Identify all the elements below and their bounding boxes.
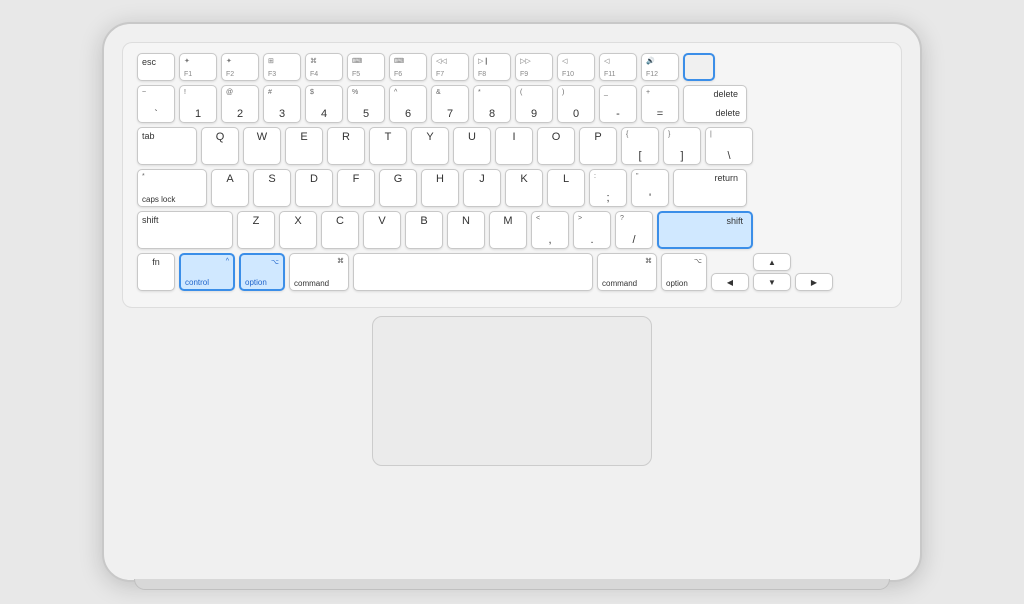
zxcv-row: shift Z X C V B N M <, >. ?/ shift: [137, 211, 887, 249]
laptop-body: esc ✦F1 ✦F2 ⊞F3 ⌘F4 ⌨F5 ⌨F6 ◁◁F7 ▷❙F8 ▷▷…: [102, 22, 922, 582]
key-semicolon[interactable]: :;: [589, 169, 627, 207]
key-backslash[interactable]: |\: [705, 127, 753, 165]
key-m[interactable]: M: [489, 211, 527, 249]
key-shift-left[interactable]: shift: [137, 211, 233, 249]
key-0[interactable]: )0: [557, 85, 595, 123]
key-7[interactable]: &7: [431, 85, 469, 123]
key-n[interactable]: N: [447, 211, 485, 249]
key-quote[interactable]: "': [631, 169, 669, 207]
key-return[interactable]: return: [673, 169, 747, 207]
key-arrow-right[interactable]: ▶: [795, 273, 833, 291]
key-b[interactable]: B: [405, 211, 443, 249]
key-d[interactable]: D: [295, 169, 333, 207]
key-command-left[interactable]: ⌘ command: [289, 253, 349, 291]
bottom-row: fn ^ control ⌥ option ⌘ command ⌘ comman…: [137, 253, 887, 291]
key-8[interactable]: *8: [473, 85, 511, 123]
key-fn[interactable]: fn: [137, 253, 175, 291]
key-s[interactable]: S: [253, 169, 291, 207]
key-4[interactable]: $4: [305, 85, 343, 123]
key-q[interactable]: Q: [201, 127, 239, 165]
key-3[interactable]: #3: [263, 85, 301, 123]
key-slash[interactable]: ?/: [615, 211, 653, 249]
key-r[interactable]: R: [327, 127, 365, 165]
key-tab[interactable]: tab: [137, 127, 197, 165]
key-f5[interactable]: ⌨F5: [347, 53, 385, 81]
asdf-row: *caps lock A S D F G H J K L :; "' retur…: [137, 169, 887, 207]
key-1[interactable]: !1: [179, 85, 217, 123]
key-k[interactable]: K: [505, 169, 543, 207]
key-f4[interactable]: ⌘F4: [305, 53, 343, 81]
arrow-bottom: ◀ ▼ ▶: [711, 273, 833, 291]
key-minus[interactable]: _-: [599, 85, 637, 123]
key-w[interactable]: W: [243, 127, 281, 165]
key-o[interactable]: O: [537, 127, 575, 165]
key-tilde[interactable]: ~`: [137, 85, 175, 123]
key-t[interactable]: T: [369, 127, 407, 165]
key-arrow-left[interactable]: ◀: [711, 273, 749, 291]
key-2[interactable]: @2: [221, 85, 259, 123]
key-power[interactable]: [683, 53, 715, 81]
key-e[interactable]: E: [285, 127, 323, 165]
key-z[interactable]: Z: [237, 211, 275, 249]
key-i[interactable]: I: [495, 127, 533, 165]
key-spacebar[interactable]: [353, 253, 593, 291]
key-f[interactable]: F: [337, 169, 375, 207]
key-option-right[interactable]: ⌥ option: [661, 253, 707, 291]
key-v[interactable]: V: [363, 211, 401, 249]
key-a[interactable]: A: [211, 169, 249, 207]
key-arrow-up[interactable]: ▲: [753, 253, 791, 271]
key-f1[interactable]: ✦F1: [179, 53, 217, 81]
key-c[interactable]: C: [321, 211, 359, 249]
key-capslock[interactable]: *caps lock: [137, 169, 207, 207]
key-l[interactable]: L: [547, 169, 585, 207]
key-g[interactable]: G: [379, 169, 417, 207]
key-control[interactable]: ^ control: [179, 253, 235, 291]
key-j[interactable]: J: [463, 169, 501, 207]
trackpad[interactable]: [372, 316, 652, 466]
key-p[interactable]: P: [579, 127, 617, 165]
key-f2[interactable]: ✦F2: [221, 53, 259, 81]
key-f3[interactable]: ⊞F3: [263, 53, 301, 81]
key-f8[interactable]: ▷❙F8: [473, 53, 511, 81]
key-bracket-r[interactable]: }]: [663, 127, 701, 165]
key-comma[interactable]: <,: [531, 211, 569, 249]
key-6[interactable]: ^6: [389, 85, 427, 123]
key-f12[interactable]: 🔊F12: [641, 53, 679, 81]
key-f11[interactable]: ◁F11: [599, 53, 637, 81]
key-command-right[interactable]: ⌘ command: [597, 253, 657, 291]
key-f6[interactable]: ⌨F6: [389, 53, 427, 81]
key-f9[interactable]: ▷▷F9: [515, 53, 553, 81]
key-arrow-down[interactable]: ▼: [753, 273, 791, 291]
key-shift-right[interactable]: shift: [657, 211, 753, 249]
key-esc[interactable]: esc: [137, 53, 175, 81]
qwerty-row: tab Q W E R T Y U I O P {[ }] |\: [137, 127, 887, 165]
key-equals[interactable]: +=: [641, 85, 679, 123]
key-f10[interactable]: ◁F10: [557, 53, 595, 81]
key-option-left[interactable]: ⌥ option: [239, 253, 285, 291]
number-row: ~` !1 @2 #3 $4 %5 ^6 &7 *8 (9 )0 _- += d…: [137, 85, 887, 123]
fn-row: esc ✦F1 ✦F2 ⊞F3 ⌘F4 ⌨F5 ⌨F6 ◁◁F7 ▷❙F8 ▷▷…: [137, 53, 887, 81]
key-x[interactable]: X: [279, 211, 317, 249]
key-f7[interactable]: ◁◁F7: [431, 53, 469, 81]
key-u[interactable]: U: [453, 127, 491, 165]
arrow-cluster: ▲ ◀ ▼ ▶: [711, 253, 833, 291]
key-5[interactable]: %5: [347, 85, 385, 123]
key-y[interactable]: Y: [411, 127, 449, 165]
key-delete[interactable]: deletedelete: [683, 85, 747, 123]
arrow-top: ▲: [711, 253, 833, 271]
key-bracket-l[interactable]: {[: [621, 127, 659, 165]
key-9[interactable]: (9: [515, 85, 553, 123]
keyboard: esc ✦F1 ✦F2 ⊞F3 ⌘F4 ⌨F5 ⌨F6 ◁◁F7 ▷❙F8 ▷▷…: [122, 42, 902, 308]
key-period[interactable]: >.: [573, 211, 611, 249]
key-h[interactable]: H: [421, 169, 459, 207]
